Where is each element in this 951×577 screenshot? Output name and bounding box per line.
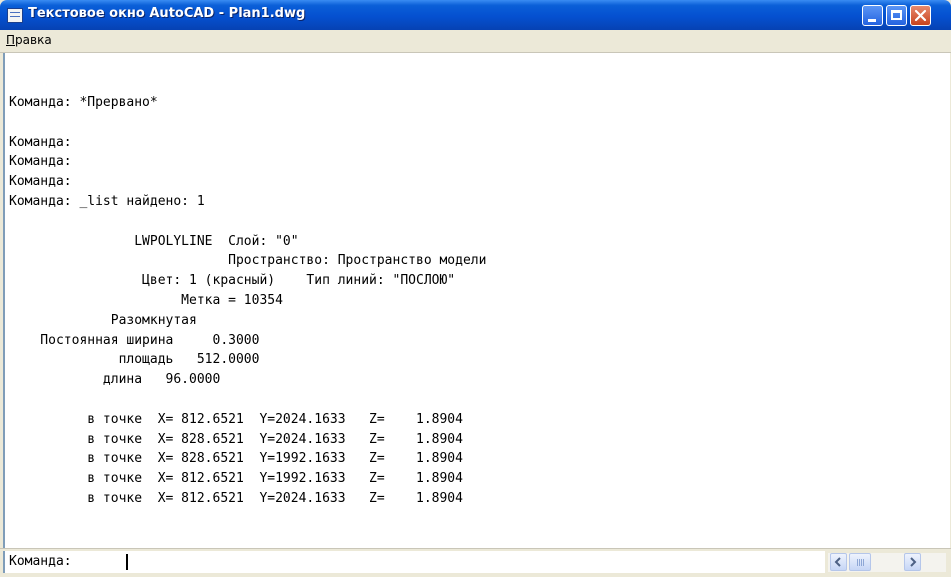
history-line: LWPOLYLINE Слой: "0" [9,233,299,249]
history-line: Метка = 10354 [9,292,283,308]
history-line: Разомкнутая [9,312,197,328]
minimize-icon [868,19,876,22]
history-line: Команда: [9,174,72,190]
history-line: Пространство: Пространство модели [9,253,487,269]
command-history-log: Команда: *Прервано* Команда: Команда: Коман… [9,93,486,509]
menu-item-edit[interactable]: Правка [6,33,52,47]
arrow-left-icon [834,557,841,567]
history-line: в точке X= 812.6521 Y=2024.1633 Z= 1.890… [9,490,463,506]
autocad-text-window: Текстовое окно AutoCAD - Plan1.dwg Правк… [0,0,951,577]
text-caret [126,554,128,570]
history-line: Цвет: 1 (красный) Тип линий: "ПОСЛОЮ" [9,273,456,289]
history-line: Команда: [9,154,72,170]
scroll-right-button[interactable] [904,553,921,571]
command-history-area[interactable]: Команда: *Прервано* Команда: Команда: Коман… [3,53,950,548]
history-line: длина 96.0000 [9,372,221,388]
command-line-row: Команда: [0,548,951,577]
close-icon [914,9,927,22]
history-line: в точке X= 812.6521 Y=1992.1633 Z= 1.890… [9,471,463,487]
history-line: площадь 512.0000 [9,352,260,368]
history-line: Команда: [9,134,72,150]
menu-item-label: равка [15,33,52,47]
history-line [9,113,486,133]
history-line [9,390,486,410]
close-button[interactable] [910,5,931,26]
menu-bar: Правка [0,30,951,53]
history-line: в точке X= 812.6521 Y=2024.1633 Z= 1.890… [9,411,463,427]
text-window-icon[interactable] [7,8,23,23]
minimize-button[interactable] [862,5,883,26]
grip-icon [857,559,864,566]
window-title: Текстовое окно AutoCAD - Plan1.dwg [28,6,306,21]
history-line: Команда: *Прервано* [9,95,158,110]
history-line: в точке X= 828.6521 Y=2024.1633 Z= 1.890… [9,431,463,447]
arrow-right-icon [910,557,917,567]
title-bar[interactable]: Текстовое окно AutoCAD - Plan1.dwg [0,0,951,30]
horizontal-scrollbar[interactable] [828,553,946,572]
menu-item-accelerator: П [6,33,16,47]
maximize-icon [891,10,902,20]
history-line: Постоянная ширина 0.3000 [9,332,260,348]
history-line: Команда: _list найдено: 1 [9,193,205,209]
history-line: в точке X= 828.6521 Y=1992.1633 Z= 1.890… [9,451,463,467]
command-input[interactable]: Команда: [3,551,825,573]
maximize-button[interactable] [886,5,907,26]
history-line [9,212,486,232]
command-prompt-label: Команда: [9,554,72,569]
scroll-thumb[interactable] [849,553,871,571]
scroll-left-button[interactable] [830,553,847,571]
